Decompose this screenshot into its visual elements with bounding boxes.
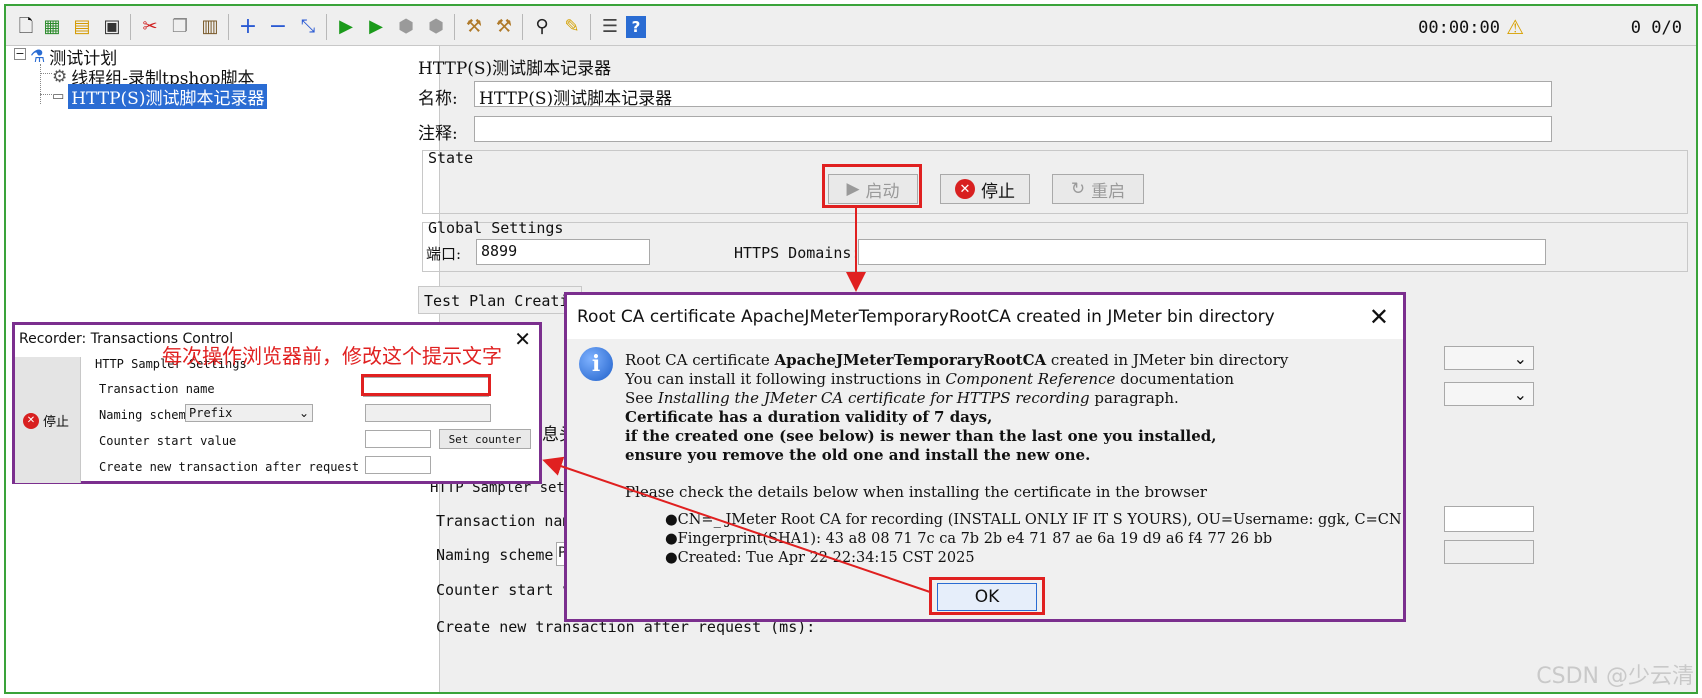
paste-icon[interactable]: ▥ [198,15,222,39]
start-highlight-box [822,164,922,208]
tree-node-recorder[interactable]: ▭ HTTP(S)测试脚本记录器 [52,84,268,109]
name-input[interactable]: HTTP(S)测试脚本记录器 [474,81,1552,107]
dialog-line-2: You can install it following instruction… [625,370,1235,388]
new-icon[interactable]: 🗋 [14,15,38,39]
port-input[interactable]: 8899 [476,239,650,265]
stop-button[interactable]: ✕ 停止 [940,174,1030,204]
search-icon[interactable]: ⚲ [530,15,554,39]
chevron-down-icon: ⌄ [1513,348,1527,368]
naming-scheme-label: Naming scheme [436,546,554,564]
name-label: 名称: [418,89,458,109]
toolbar: 🗋 ▦ ▤ ▣ ✂ ❐ ▥ + − ⤡ ▶ ▶ ⬢ ⬢ ⚒ ⚒ ⚲ ✎ ☰ ? … [6,6,1696,46]
chevron-down-icon: ⌄ [298,406,309,420]
root-ca-dialog: Root CA certificate ApacheJMeterTemporar… [564,292,1406,622]
open-icon[interactable]: ▤ [70,15,94,39]
cut-icon[interactable]: ✂ [138,15,162,39]
function-helper-icon[interactable]: ☰ [598,15,622,39]
watermark: CSDN @少云清 [1536,664,1694,689]
start-no-pause-icon[interactable]: ▶ [364,15,388,39]
close-icon[interactable]: ✕ [514,327,531,351]
dialog-check-line: Please check the details below when inst… [625,483,1207,501]
test-plan-tab-label: Test Plan Creatio [424,292,578,310]
thread-counts: 0 0/0 [1631,18,1682,38]
warning-count: 0 [1630,18,1642,38]
templates-icon[interactable]: ▦ [40,15,64,39]
page-title: HTTP(S)测试脚本记录器 [418,59,612,79]
transaction-name-label: Transaction nam [436,512,572,530]
rec-counter-label: Counter start value [99,434,237,448]
toggle-icon[interactable]: ⤡ [296,15,320,39]
dropdown-1[interactable]: ⌄ [1444,346,1534,370]
cert-fingerprint-bullet: ●Fingerprint(SHA1): 43 a8 08 71 7c ca 7b… [665,531,1273,547]
dialog-line-3: See Installing the JMeter CA certificate… [625,389,1179,407]
collapse-toggle-icon[interactable]: − [14,48,26,60]
elapsed-timer: 00:00:00 [1418,18,1500,38]
close-icon[interactable]: ✕ [1369,303,1389,331]
recorder-stop-pane: ✕ 停止 [15,357,81,483]
global-settings-label: Global Settings [428,219,564,237]
rec-create-after-input[interactable] [365,456,431,474]
rec-naming-extra-input[interactable] [365,404,491,422]
test-plan-icon: ⚗ [30,46,46,67]
dialog-title: Root CA certificate ApacheJMeterTemporar… [577,307,1275,327]
restart-button[interactable]: ↻ 重启 [1052,174,1144,204]
annotation-text: 每次操作浏览器前，修改这个提示文字 [162,344,502,368]
dialog-body: i Root CA certificate ApacheJMeterTempor… [567,339,1403,619]
dialog-bold-line-3: ensure you remove the old one and instal… [625,446,1091,464]
info-icon: i [579,347,613,381]
clear-icon[interactable]: ⚒ [462,15,486,39]
ok-highlight-box [929,577,1045,615]
stop-icon[interactable]: ⬢ [394,15,418,39]
shutdown-icon[interactable]: ⬢ [424,15,448,39]
expand-icon[interactable]: + [236,15,260,39]
cert-created-bullet: ●Created: Tue Apr 22 22:34:15 CST 2025 [665,550,975,566]
dialog-bold-line-2: if the created one (see below) is newer … [625,427,1217,445]
state-label: State [428,149,474,167]
rec-counter-input[interactable] [365,430,431,448]
collapse-icon[interactable]: − [266,15,290,39]
restart-icon: ↻ [1070,179,1086,199]
reset-search-icon[interactable]: ✎ [560,15,584,39]
recorder-icon: ▭ [52,89,65,104]
dialog-bold-line-1: Certificate has a duration validity of 7… [625,408,993,426]
counter-start-label: Counter start v [436,581,572,599]
chevron-down-icon: ⌄ [1513,384,1527,404]
dropdown-2[interactable]: ⌄ [1444,382,1534,406]
cert-cn-bullet: ●CN=_ JMeter Root CA for recording (INST… [665,512,1402,528]
recorder-stop-button[interactable]: ✕ 停止 [23,411,69,430]
rec-naming-scheme-label: Naming scheme [99,408,193,422]
comment-label: 注释: [418,124,458,144]
clear-all-icon[interactable]: ⚒ [492,15,516,39]
rec-transaction-name-label: Transaction name [99,382,215,396]
rec-naming-scheme-select[interactable]: Prefix ⌄ [185,404,313,422]
https-domains-input[interactable] [858,239,1546,265]
rec-create-after-label: Create new transaction after request (ms… [99,460,403,474]
set-counter-button[interactable]: Set counter [439,429,531,449]
active-threads: 0/0 [1651,18,1682,38]
stop-circle-icon: ✕ [955,179,975,199]
save-icon[interactable]: ▣ [100,15,124,39]
help-icon[interactable]: ? [626,16,646,38]
copy-icon[interactable]: ❐ [168,15,192,39]
naming-scheme-extra-input[interactable] [1444,540,1534,564]
dialog-line-1: Root CA certificate ApacheJMeterTemporar… [625,351,1289,369]
transaction-name-highlight-box [361,374,491,396]
port-label: 端口: [426,245,462,263]
stop-circle-icon: ✕ [23,412,39,429]
transaction-name-input[interactable] [1444,506,1534,532]
warning-icon[interactable]: ⚠ [1506,15,1524,39]
comment-input[interactable] [474,116,1552,142]
start-icon[interactable]: ▶ [334,15,358,39]
https-domains-label: HTTPS Domains: [734,244,861,262]
